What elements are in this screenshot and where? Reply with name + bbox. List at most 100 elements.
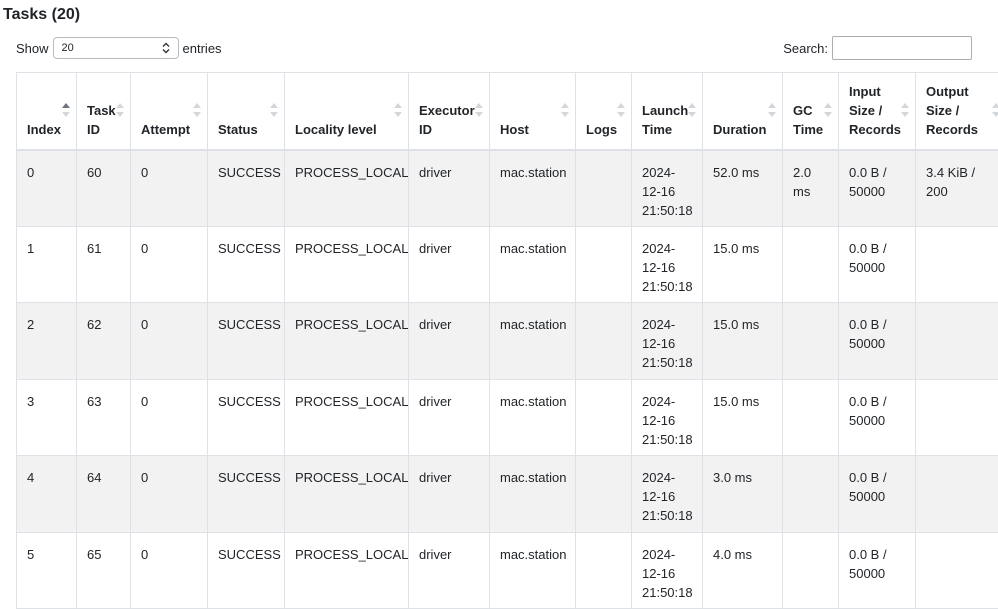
table-cell: PROCESS_LOCAL (285, 226, 409, 303)
table-cell: 0 (131, 303, 208, 380)
entries-select[interactable]: 20 (53, 37, 179, 59)
table-cell (783, 226, 839, 303)
table-cell: 0 (131, 456, 208, 533)
table-cell: SUCCESS (208, 150, 285, 227)
table-cell: PROCESS_LOCAL (285, 532, 409, 609)
column-header-label: Output Size / Records (926, 84, 978, 137)
column-header-duration[interactable]: Duration (703, 73, 783, 150)
table-cell (576, 379, 632, 456)
table-cell: PROCESS_LOCAL (285, 303, 409, 380)
column-header-executor-id[interactable]: Executor ID (409, 73, 490, 150)
table-cell: 2024-12-16 21:50:18 (632, 226, 703, 303)
sort-icon (768, 102, 776, 118)
column-header-label: Duration (713, 122, 766, 137)
table-header-row: Index Task ID Attempt Status Locality level E… (17, 73, 998, 150)
table-row: 3630SUCCESSPROCESS_LOCALdrivermac.statio… (17, 379, 998, 456)
column-header-label: Launch Time (642, 103, 688, 137)
table-cell: 4 (17, 456, 77, 533)
table-cell: 60 (77, 150, 131, 227)
column-header-label: Index (27, 122, 61, 137)
table-cell (576, 303, 632, 380)
table-cell: driver (409, 303, 490, 380)
column-header-label: Input Size / Records (849, 84, 901, 137)
table-cell (916, 226, 998, 303)
sort-icon (992, 102, 998, 118)
column-header-label: Locality level (295, 122, 377, 137)
column-header-attempt[interactable]: Attempt (131, 73, 208, 150)
table-cell: 62 (77, 303, 131, 380)
table-row: 2620SUCCESSPROCESS_LOCALdrivermac.statio… (17, 303, 998, 380)
table-cell: mac.station (490, 379, 576, 456)
sort-icon (193, 102, 201, 118)
column-header-label: Logs (586, 122, 617, 137)
table-cell: 3.4 KiB / 200 (916, 150, 998, 227)
page-title: Tasks (20) (3, 6, 80, 24)
table-cell: 65 (77, 532, 131, 609)
table-cell: 5 (17, 532, 77, 609)
entries-select-value: 20 (62, 42, 74, 54)
table-cell: mac.station (490, 303, 576, 380)
table-cell: 3 (17, 379, 77, 456)
column-header-gc-time[interactable]: GC Time (783, 73, 839, 150)
sort-icon (270, 102, 278, 118)
table-cell: 0 (131, 532, 208, 609)
column-header-index[interactable]: Index (17, 73, 77, 150)
column-header-task-id[interactable]: Task ID (77, 73, 131, 150)
column-header-label: Task ID (87, 103, 116, 137)
table-cell: mac.station (490, 150, 576, 227)
table-cell: driver (409, 226, 490, 303)
table-cell: 0.0 B / 50000 (839, 456, 916, 533)
table-cell: 2024-12-16 21:50:18 (632, 456, 703, 533)
column-header-label: Status (218, 122, 258, 137)
table-cell: 15.0 ms (703, 303, 783, 380)
column-header-label: Host (500, 122, 529, 137)
table-cell: SUCCESS (208, 226, 285, 303)
table-cell: 2024-12-16 21:50:18 (632, 303, 703, 380)
search-label: Search: (783, 41, 828, 56)
sort-icon (475, 102, 483, 118)
entries-label: entries (183, 41, 222, 56)
table-cell (576, 456, 632, 533)
table-cell: mac.station (490, 226, 576, 303)
table-row: 1610SUCCESSPROCESS_LOCALdrivermac.statio… (17, 226, 998, 303)
table-row: 0600SUCCESSPROCESS_LOCALdrivermac.statio… (17, 150, 998, 227)
table-cell: PROCESS_LOCAL (285, 150, 409, 227)
sort-ascending-icon (62, 102, 70, 118)
table-cell: 1 (17, 226, 77, 303)
table-cell: SUCCESS (208, 532, 285, 609)
table-cell: 2 (17, 303, 77, 380)
table-cell (783, 379, 839, 456)
table-cell: driver (409, 456, 490, 533)
table-cell (783, 456, 839, 533)
column-header-input-size-records[interactable]: Input Size / Records (839, 73, 916, 150)
column-header-label: Executor ID (419, 103, 475, 137)
table-cell: 15.0 ms (703, 379, 783, 456)
sort-icon (394, 102, 402, 118)
table-cell: 0.0 B / 50000 (839, 150, 916, 227)
table-cell (916, 379, 998, 456)
table-cell: SUCCESS (208, 303, 285, 380)
search-input[interactable] (832, 36, 972, 60)
table-cell: SUCCESS (208, 379, 285, 456)
table-cell: 0.0 B / 50000 (839, 532, 916, 609)
column-header-locality-level[interactable]: Locality level (285, 73, 409, 150)
table-cell: driver (409, 379, 490, 456)
table-cell (783, 532, 839, 609)
table-cell: 0 (131, 379, 208, 456)
table-cell: 0 (131, 150, 208, 227)
table-cell: driver (409, 150, 490, 227)
column-header-status[interactable]: Status (208, 73, 285, 150)
column-header-host[interactable]: Host (490, 73, 576, 150)
column-header-logs[interactable]: Logs (576, 73, 632, 150)
table-cell: mac.station (490, 532, 576, 609)
table-cell: 0.0 B / 50000 (839, 226, 916, 303)
table-cell: 0.0 B / 50000 (839, 379, 916, 456)
table-cell (576, 532, 632, 609)
sort-icon (824, 102, 832, 118)
column-header-launch-time[interactable]: Launch Time (632, 73, 703, 150)
column-header-output-size-records[interactable]: Output Size / Records (916, 73, 998, 150)
table-cell (576, 226, 632, 303)
table-cell (916, 532, 998, 609)
table-cell: driver (409, 532, 490, 609)
table-cell (576, 150, 632, 227)
